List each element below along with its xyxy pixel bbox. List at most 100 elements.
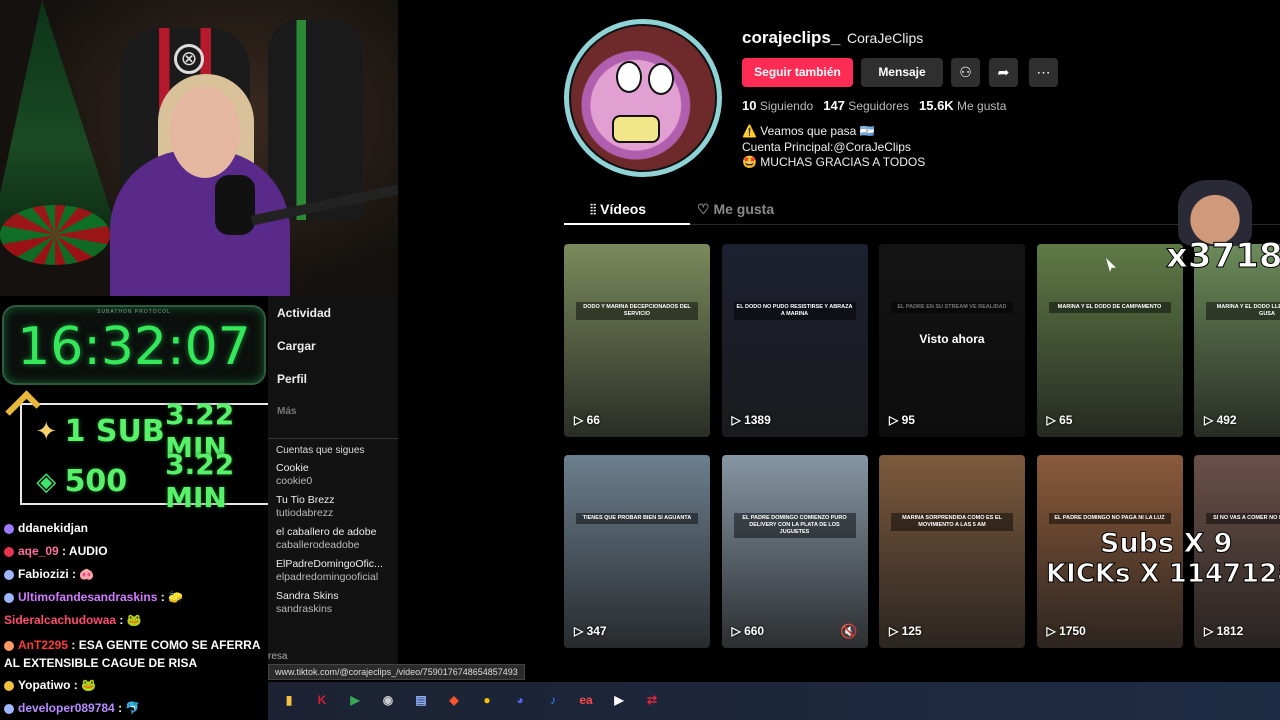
view-count: 95 — [901, 413, 915, 427]
chat-message: AnT2295 : ESA GENTE COMO SE AFERRA AL EX… — [0, 632, 268, 674]
chat-text: : — [119, 613, 124, 627]
overlay-kicks-count: KICKs X 1147128 — [1045, 559, 1280, 590]
tab-label: Vídeos — [600, 201, 647, 217]
play-icon: ▷ — [574, 413, 587, 427]
sidebar-footer: resa — [268, 651, 288, 662]
video-card[interactable]: TIENES QUE PROBAR BIEN SI AGUANTA ▷ 347 — [564, 455, 710, 648]
badge-icon — [4, 569, 14, 580]
account-name: el caballero de adobe — [276, 526, 377, 538]
follow-back-button[interactable]: Seguir también — [742, 58, 853, 87]
chat-text: : — [72, 567, 77, 581]
chat-message: aqe_09 : AUDIO — [0, 540, 268, 563]
followers-label[interactable]: Seguidores — [848, 99, 909, 113]
brave-icon[interactable]: ◆ — [443, 689, 465, 711]
account-user: tutiodabrezz — [276, 507, 334, 519]
notes-icon[interactable]: ▤ — [410, 689, 432, 711]
sidebar-account-cookie[interactable]: Cookie cookie0 — [268, 462, 398, 488]
microphone — [215, 175, 255, 235]
heart-icon: ♡ — [697, 201, 714, 217]
video-caption: DODO Y MARINA DECEPCIONADOS DEL SERVICIO — [576, 302, 698, 320]
video-card[interactable]: MARINA Y EL DODO DE CAMPAMENTO ▷ 65 — [1036, 244, 1183, 437]
following-accounts-label: Cuentas que sigues — [276, 445, 365, 456]
chat-user: developer089784 — [18, 701, 115, 715]
account-user: elpadredomingooficial — [276, 571, 379, 583]
tab-label: Me gusta — [713, 201, 775, 217]
play-icon: ▷ — [1204, 413, 1217, 427]
chat-user: Yopatiwo — [18, 678, 71, 692]
view-count: 1812 — [1216, 624, 1244, 638]
play-icon: ▷ — [889, 624, 902, 638]
play-icon: ▷ — [889, 413, 902, 427]
emote-icon: 🐸 — [126, 613, 142, 627]
streamer-face — [170, 86, 240, 178]
play-store-icon[interactable]: ▶ — [344, 689, 366, 711]
video-card[interactable]: EL PADRE DOMINGO COMIENZO PURO DELIVERY … — [721, 455, 868, 648]
divider — [268, 438, 398, 439]
nav-profile[interactable]: Perfil — [268, 366, 398, 399]
account-name: Cookie — [276, 462, 309, 474]
sidebar-account-sandraskins[interactable]: Sandra Skins sandraskins — [268, 590, 398, 616]
badge-icon — [4, 546, 14, 557]
avatar-teeth — [612, 115, 660, 143]
chat-text: : — [160, 590, 165, 604]
nav-activity[interactable]: Actividad — [268, 300, 398, 333]
overlay-subs-count: Subs X 9 — [1099, 528, 1233, 560]
video-card[interactable]: MARINA SORPRENDIDA COMO ES EL MOVIMIENTO… — [879, 455, 1025, 648]
chat-user: Fabiozizi — [18, 567, 69, 581]
following-label[interactable]: Siguiendo — [760, 99, 813, 113]
profile-stats: 10 Siguiendo 147 Seguidores 15.6K Me gus… — [742, 98, 1006, 113]
app-k-icon[interactable]: K — [311, 689, 333, 711]
discord-icon[interactable]: ◕ — [509, 689, 531, 711]
play-icon: ▷ — [1046, 413, 1060, 427]
video-views: ▷ 1389 — [732, 413, 771, 427]
grid-icon: ⦙⦙ — [590, 201, 601, 217]
file-explorer-icon[interactable]: ▮ — [278, 689, 300, 711]
video-views: ▷ 347 — [574, 624, 607, 638]
ea-icon[interactable]: ea — [575, 689, 597, 711]
switch-icon[interactable]: ⇄ — [641, 689, 663, 711]
add-friend-icon[interactable]: ⚇ — [951, 58, 980, 87]
account-user: caballerodeadobe — [276, 539, 360, 551]
video-card[interactable]: EL DODO NO PUDO RESISTIRSE Y ABRAZA A MA… — [721, 244, 868, 437]
share-icon[interactable]: ➦ — [989, 58, 1018, 87]
video-card[interactable]: DODO Y MARINA DECEPCIONADOS DEL SERVICIO… — [564, 244, 710, 437]
sidebar-account-tutiodabrezz[interactable]: Tu Tio Brezz tutiodabrezz — [268, 494, 398, 520]
sidebar-account-elpadredomingo[interactable]: ElPadreDomingoOfic... elpadredomingoofici… — [268, 558, 398, 584]
tab-videos[interactable]: ⦙⦙ Vídeos — [590, 201, 646, 218]
bio-line: 🤩 MUCHAS GRACIAS A TODOS — [742, 155, 926, 169]
account-user: cookie0 — [276, 475, 313, 487]
video-views: ▷ 660 — [732, 624, 765, 638]
account-name: ElPadreDomingoOfic... — [276, 558, 383, 570]
message-button[interactable]: Mensaje — [861, 58, 943, 87]
chat-panel: ddanekidjan aqe_09 : AUDIO Fabiozizi : 🐽… — [0, 517, 268, 720]
video-caption: EL PADRE EN SU STREAM VE REALIDAD — [891, 302, 1013, 313]
nav-more[interactable]: Más — [268, 399, 398, 432]
play-icon: ▷ — [731, 624, 745, 638]
media-player-icon[interactable]: ▶ — [608, 689, 630, 711]
profile-nickname: CoraJeClips — [847, 30, 924, 46]
tiktok-live-icon[interactable]: ♪ — [542, 689, 564, 711]
view-count: 492 — [1216, 413, 1237, 427]
chrome-icon[interactable]: ● — [476, 689, 498, 711]
play-icon: ▷ — [1204, 624, 1217, 638]
timer-value: 16:32:07 — [17, 317, 251, 377]
more-options-icon[interactable]: ⋯ — [1029, 58, 1058, 87]
sidebar-account-caballerodeadobe[interactable]: el caballero de adobe caballerodeadobe — [268, 526, 398, 552]
profile-username: corajeclips_ — [742, 28, 841, 47]
video-views: ▷ 1812 — [1204, 624, 1243, 638]
timer-header: SUBATHON PROTOCOL — [97, 309, 171, 315]
avatar-image — [569, 24, 717, 172]
video-caption: MARINA SORPRENDIDA COMO ES EL MOVIMIENTO… — [891, 513, 1013, 531]
tiktok-sidebar: Actividad Cargar Perfil Más Cuentas que … — [268, 296, 398, 666]
chat-text: : — [118, 701, 123, 715]
video-card[interactable]: EL PADRE EN SU STREAM VE REALIDAD Visto a… — [879, 244, 1025, 437]
video-caption: MARINA Y EL DODO DE CAMPAMENTO — [1048, 302, 1171, 313]
profile-tabs: ⦙⦙ Vídeos ♡ Me gusta — [564, 193, 1280, 225]
badge-icon — [4, 640, 14, 651]
obs-icon[interactable]: ◉ — [377, 689, 399, 711]
chat-text: : AUDIO — [62, 544, 108, 558]
nav-upload[interactable]: Cargar — [268, 333, 398, 366]
profile-avatar[interactable] — [564, 19, 722, 177]
mute-icon[interactable]: 🔇 — [840, 623, 857, 640]
tab-liked[interactable]: ♡ Me gusta — [697, 201, 774, 218]
